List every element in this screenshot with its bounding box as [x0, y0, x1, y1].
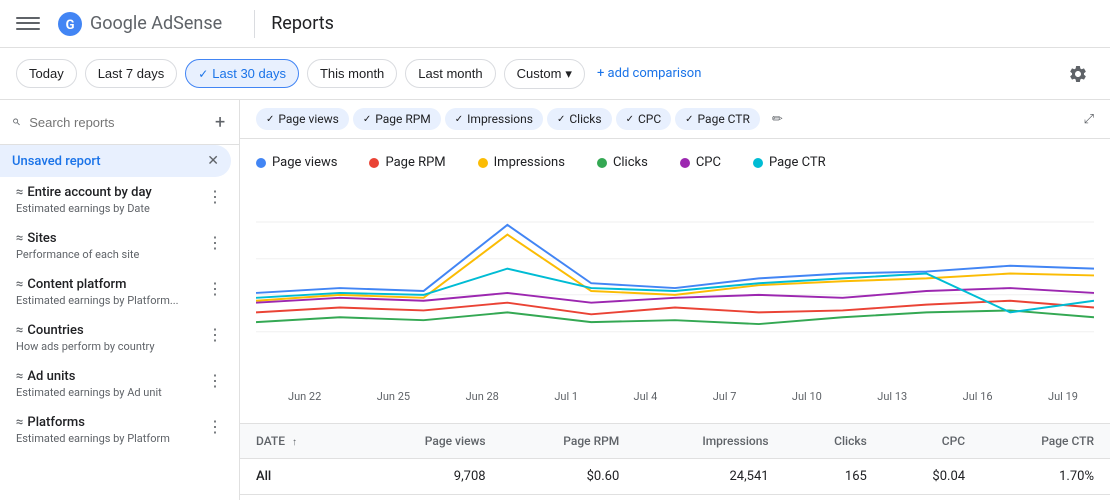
report-icon-0: ≈: [16, 185, 23, 200]
chevron-down-icon: ▾: [565, 66, 572, 82]
report-item-countries[interactable]: ≈ Countries How ads perform by country ⋮: [0, 315, 239, 361]
legend-pagerpm: Page RPM: [369, 155, 445, 170]
col-pageviews[interactable]: Page views: [361, 424, 502, 459]
main-layout: + Unsaved report ✕ ≈ Entire account by d…: [0, 100, 1110, 500]
cell-pageviews-avg: 323: [361, 495, 502, 500]
metric-chip-cpc[interactable]: CPC: [616, 108, 672, 130]
col-impressions[interactable]: Impressions: [635, 424, 784, 459]
legend-dot-clicks: [597, 158, 607, 168]
unsaved-report-label: Unsaved report: [12, 154, 101, 169]
expand-chart-icon[interactable]: ⤢: [1084, 112, 1094, 127]
more-menu-4[interactable]: ⋮: [203, 369, 227, 392]
line-chart: [256, 186, 1094, 386]
metrics-bar: Page views Page RPM Impressions Clicks C…: [240, 100, 1110, 139]
sidebar-unsaved-report[interactable]: Unsaved report ✕: [0, 145, 231, 177]
legend-dot-cpc: [680, 158, 690, 168]
filter-today[interactable]: Today: [16, 59, 77, 88]
filter-bar: Today Last 7 days Last 30 days This mont…: [0, 48, 1110, 100]
logo: G Google AdSense: [56, 10, 222, 38]
cell-date-avg: Average: [240, 495, 361, 500]
legend-pageviews: Page views: [256, 155, 337, 170]
legend-dot-pagectr: [753, 158, 763, 168]
report-icon-3: ≈: [16, 323, 23, 338]
legend-dot-pageviews: [256, 158, 266, 168]
col-date[interactable]: DATE ↑: [240, 424, 361, 459]
report-item-entire-account[interactable]: ≈ Entire account by day Estimated earnin…: [0, 177, 239, 223]
col-clicks[interactable]: Clicks: [785, 424, 883, 459]
report-item-platforms[interactable]: ≈ Platforms Estimated earnings by Platfo…: [0, 407, 239, 453]
chart-legend: Page views Page RPM Impressions Clicks C…: [256, 155, 1094, 170]
legend-clicks: Clicks: [597, 155, 648, 170]
sort-icon: ↑: [292, 437, 297, 448]
cell-clicks-avg: 5: [785, 495, 883, 500]
cell-impressions-avg: 818: [635, 495, 784, 500]
top-nav-bar: G Google AdSense Reports: [0, 0, 1110, 48]
add-report-button[interactable]: +: [213, 110, 227, 134]
metric-chip-clicks[interactable]: Clicks: [547, 108, 612, 130]
col-pagerpm[interactable]: Page RPM: [502, 424, 636, 459]
more-menu-1[interactable]: ⋮: [203, 231, 227, 254]
filter-custom[interactable]: Custom ▾: [504, 59, 585, 89]
adsense-logo-icon: G: [56, 10, 84, 38]
legend-pagectr: Page CTR: [753, 155, 826, 170]
metric-chip-pageviews[interactable]: Page views: [256, 108, 349, 130]
search-icon: [12, 114, 21, 130]
logo-text: Google AdSense: [90, 13, 222, 34]
report-icon-2: ≈: [16, 277, 23, 292]
add-comparison-link[interactable]: + add comparison: [597, 66, 701, 81]
cell-clicks-all: 165: [785, 459, 883, 495]
x-axis-labels: Jun 22 Jun 25 Jun 28 Jul 1 Jul 4 Jul 7 J…: [256, 386, 1094, 407]
col-cpc[interactable]: CPC: [883, 424, 981, 459]
legend-impressions: Impressions: [478, 155, 565, 170]
metric-chip-pagectr[interactable]: Page CTR: [675, 108, 760, 130]
legend-cpc: CPC: [680, 155, 721, 170]
cell-pagerpm-avg: —: [502, 495, 636, 500]
cell-date-all: All: [240, 459, 361, 495]
col-pagectr[interactable]: Page CTR: [981, 424, 1110, 459]
logo-divider: [254, 10, 255, 38]
more-menu-3[interactable]: ⋮: [203, 323, 227, 346]
table-row-average: Average 323 — 818 5 — —: [240, 495, 1110, 500]
search-bar: +: [0, 100, 239, 145]
data-table: DATE ↑ Page views Page RPM Impressions C…: [240, 423, 1110, 500]
search-input[interactable]: [29, 115, 205, 130]
content-area: Page views Page RPM Impressions Clicks C…: [240, 100, 1110, 500]
more-menu-5[interactable]: ⋮: [203, 415, 227, 438]
report-icon-1: ≈: [16, 231, 23, 246]
more-menu-2[interactable]: ⋮: [203, 277, 227, 300]
page-title: Reports: [271, 13, 334, 34]
report-icon-4: ≈: [16, 369, 23, 384]
more-menu-0[interactable]: ⋮: [203, 185, 227, 208]
report-item-content-platform[interactable]: ≈ Content platform Estimated earnings by…: [0, 269, 239, 315]
legend-dot-impressions: [478, 158, 488, 168]
cell-pagerpm-all: $0.60: [502, 459, 636, 495]
table-row-all: All 9,708 $0.60 24,541 165 $0.04 1.70%: [240, 459, 1110, 495]
cell-impressions-all: 24,541: [635, 459, 784, 495]
cell-pagectr-all: 1.70%: [981, 459, 1110, 495]
filter-last7[interactable]: Last 7 days: [85, 59, 178, 88]
filter-thismonth[interactable]: This month: [307, 59, 397, 88]
legend-dot-pagerpm: [369, 158, 379, 168]
sidebar: + Unsaved report ✕ ≈ Entire account by d…: [0, 100, 240, 500]
cell-pageviews-all: 9,708: [361, 459, 502, 495]
report-item-ad-units[interactable]: ≈ Ad units Estimated earnings by Ad unit…: [0, 361, 239, 407]
cell-cpc-all: $0.04: [883, 459, 981, 495]
hamburger-menu[interactable]: [16, 12, 40, 36]
report-icon-5: ≈: [16, 415, 23, 430]
gear-icon: [1068, 64, 1088, 84]
metric-chip-pagerpm[interactable]: Page RPM: [353, 108, 441, 130]
settings-button[interactable]: [1062, 58, 1094, 90]
filter-last30[interactable]: Last 30 days: [185, 59, 299, 88]
close-unsaved-icon[interactable]: ✕: [207, 153, 219, 169]
cell-cpc-avg: —: [883, 495, 981, 500]
metric-chip-impressions[interactable]: Impressions: [445, 108, 543, 130]
report-item-sites[interactable]: ≈ Sites Performance of each site ⋮: [0, 223, 239, 269]
chart-svg: [256, 186, 1094, 361]
edit-metrics-icon[interactable]: ✏: [772, 112, 783, 127]
cell-pagectr-avg: —: [981, 495, 1110, 500]
svg-text:G: G: [66, 18, 75, 33]
filter-lastmonth[interactable]: Last month: [405, 59, 495, 88]
chart-area: Page views Page RPM Impressions Clicks C…: [240, 139, 1110, 423]
